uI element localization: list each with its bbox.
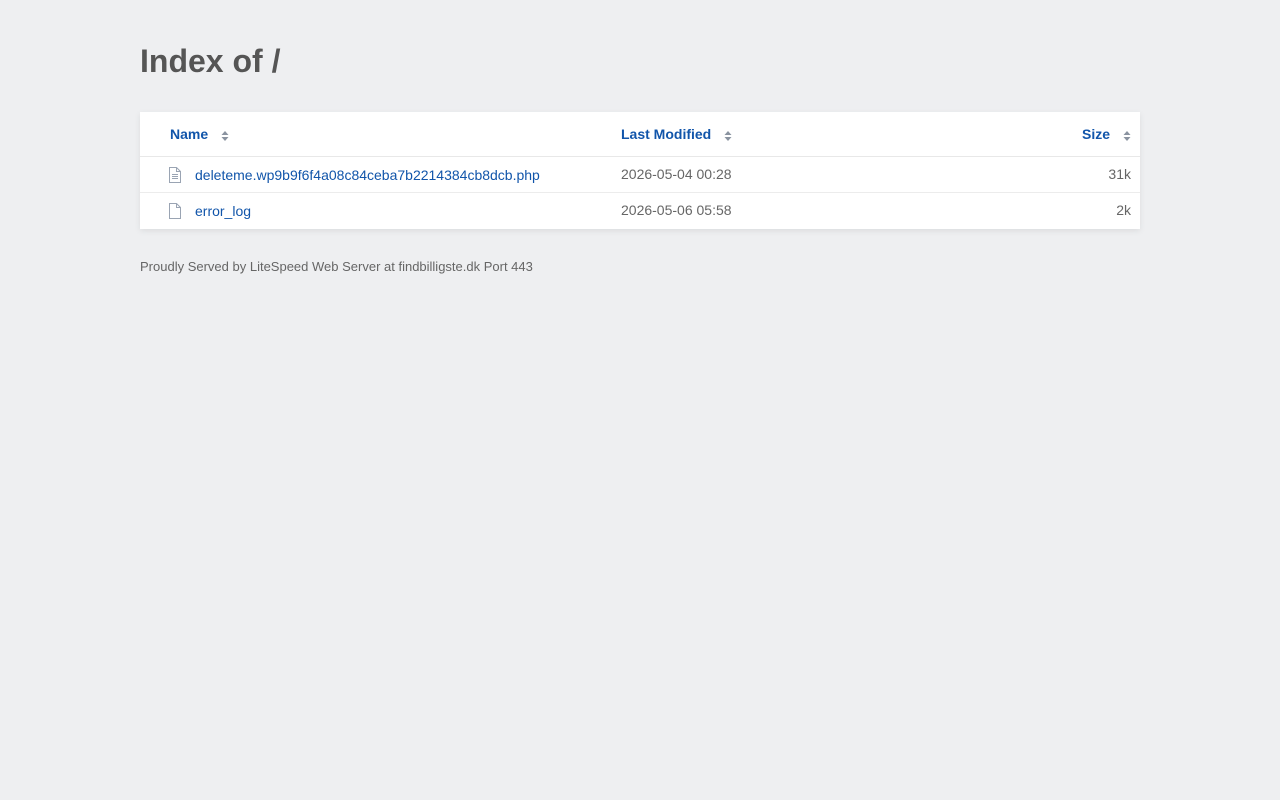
file-icon	[168, 193, 184, 228]
modified-column-label: Last Modified	[621, 126, 712, 142]
server-footer: Proudly Served by LiteSpeed Web Server a…	[140, 259, 533, 274]
size-column-label: Size	[1081, 126, 1110, 142]
file-size: 2k	[1116, 202, 1131, 218]
sort-arrows-icon	[221, 131, 229, 142]
page-title: Index of /	[140, 43, 281, 79]
table-header: Name Last Modified Size	[140, 112, 1140, 157]
file-modified-date: 2026-05-04 00:28	[621, 166, 732, 182]
table-row: error_log 2026-05-06 05:58 2k	[140, 193, 1140, 229]
sort-arrows-icon	[724, 131, 732, 142]
sort-by-size-header[interactable]: Size	[1082, 112, 1131, 156]
sort-by-name-header[interactable]: Name	[170, 112, 229, 156]
table-row: deleteme.wp9b9f6f4a08c84ceba7b2214384cb8…	[140, 157, 1140, 193]
file-listing-table: Name Last Modified Size deleteme.wp9b9f6…	[140, 112, 1140, 229]
file-link[interactable]: deleteme.wp9b9f6f4a08c84ceba7b2214384cb8…	[195, 158, 540, 193]
text-file-icon	[168, 157, 184, 192]
sort-arrows-icon	[1123, 131, 1131, 142]
file-link[interactable]: error_log	[195, 194, 251, 229]
name-column-label: Name	[170, 126, 209, 142]
file-size: 31k	[1108, 166, 1131, 182]
file-modified-date: 2026-05-06 05:58	[621, 202, 732, 218]
sort-by-modified-header[interactable]: Last Modified	[621, 112, 732, 156]
